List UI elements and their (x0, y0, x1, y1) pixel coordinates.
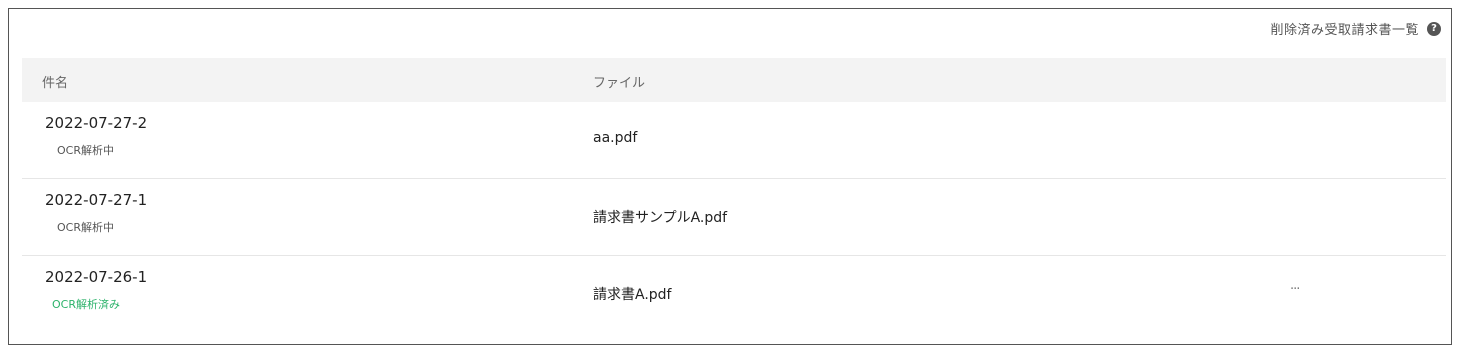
file-link[interactable]: 請求書A.pdf (593, 284, 671, 304)
question-circle-icon[interactable]: ? (1427, 21, 1441, 36)
subject-text: 2022-07-26-1 (45, 268, 148, 286)
column-header-file: ファイル (593, 76, 646, 91)
table-row[interactable]: 2022-07-27-2 OCR解析中 aa.pdf (22, 102, 1446, 179)
invoice-table: 件名 ファイル 2022-07-27-2 OCR解析中 aa.pdf 2022-… (22, 58, 1446, 332)
ocr-status: OCR解析中 (57, 144, 114, 157)
ocr-status: OCR解析中 (57, 221, 114, 234)
more-options-icon[interactable]: ··· (1290, 282, 1300, 297)
file-link[interactable]: aa.pdf (593, 130, 637, 146)
topbar: 削除済み受取請求書一覧 ? (1270, 19, 1441, 38)
subject-cell: 2022-07-27-1 OCR解析中 (45, 191, 147, 235)
table-header: 件名 ファイル (22, 58, 1446, 102)
table-row[interactable]: 2022-07-27-1 OCR解析中 請求書サンプルA.pdf (22, 179, 1446, 256)
subject-text: 2022-07-27-2 (45, 114, 148, 132)
invoice-list-panel: 削除済み受取請求書一覧 ? 件名 ファイル 2022-07-27-2 OCR解析… (8, 8, 1452, 345)
table-row[interactable]: 2022-07-26-1 OCR解析済み 請求書A.pdf ··· (22, 256, 1446, 332)
ocr-status-done: OCR解析済み (52, 298, 120, 311)
deleted-invoices-link[interactable]: 削除済み受取請求書一覧 (1270, 19, 1419, 38)
subject-text: 2022-07-27-1 (45, 191, 148, 209)
file-link[interactable]: 請求書サンプルA.pdf (593, 207, 727, 227)
column-header-subject: 件名 (42, 76, 69, 91)
subject-cell: 2022-07-27-2 OCR解析中 (45, 114, 147, 158)
subject-cell: 2022-07-26-1 OCR解析済み (45, 268, 147, 312)
